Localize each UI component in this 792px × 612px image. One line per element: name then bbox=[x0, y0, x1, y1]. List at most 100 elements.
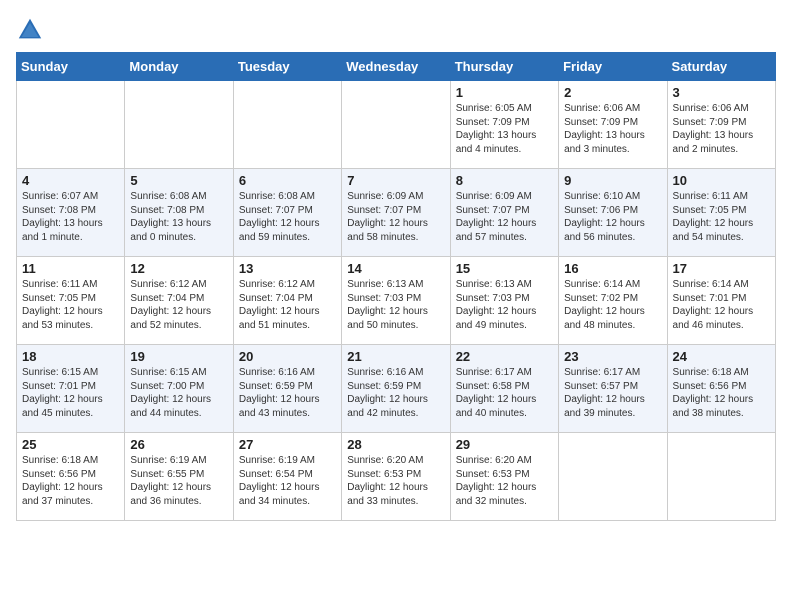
day-number: 27 bbox=[239, 437, 336, 452]
cell-info: Sunrise: 6:17 AM Sunset: 6:57 PM Dayligh… bbox=[564, 366, 661, 420]
day-number: 13 bbox=[239, 261, 336, 276]
calendar-cell: 7 Sunrise: 6:09 AM Sunset: 7:07 PM Daylig… bbox=[342, 169, 450, 257]
cell-info: Sunrise: 6:16 AM Sunset: 6:59 PM Dayligh… bbox=[239, 366, 336, 420]
calendar-cell: 15 Sunrise: 6:13 AM Sunset: 7:03 PM Dayli… bbox=[450, 257, 558, 345]
calendar-cell: 19Sunrise: 6:15 AM Sunset: 7:00 PM Dayli… bbox=[125, 345, 233, 433]
day-number: 14 bbox=[347, 261, 444, 276]
cell-info: Sunrise: 6:15 AM Sunset: 7:01 PM Dayligh… bbox=[22, 366, 119, 420]
calendar-cell: 20 Sunrise: 6:16 AM Sunset: 6:59 PM Dayli… bbox=[233, 345, 341, 433]
calendar-cell: 27 Sunrise: 6:19 AM Sunset: 6:54 PM Dayli… bbox=[233, 433, 341, 521]
calendar-cell: 10Sunrise: 6:11 AM Sunset: 7:05 PM Dayli… bbox=[667, 169, 775, 257]
cell-info: Sunrise: 6:20 AM Sunset: 6:53 PM Dayligh… bbox=[456, 454, 553, 508]
cell-info: Sunrise: 6:13 AM Sunset: 7:03 PM Dayligh… bbox=[456, 278, 553, 332]
cell-info: Sunrise: 6:18 AM Sunset: 6:56 PM Dayligh… bbox=[22, 454, 119, 508]
calendar-cell: 12 Sunrise: 6:12 AM Sunset: 7:04 PM Dayli… bbox=[125, 257, 233, 345]
calendar-row: 25 Sunrise: 6:18 AM Sunset: 6:56 PM Dayli… bbox=[17, 433, 776, 521]
calendar-cell: 23 Sunrise: 6:17 AM Sunset: 6:57 PM Dayli… bbox=[559, 345, 667, 433]
calendar-header-thursday: Thursday bbox=[450, 53, 558, 81]
calendar-cell: 28 Sunrise: 6:20 AM Sunset: 6:53 PM Dayli… bbox=[342, 433, 450, 521]
header bbox=[16, 16, 776, 44]
calendar-cell: 9 Sunrise: 6:10 AM Sunset: 7:06 PM Daylig… bbox=[559, 169, 667, 257]
cell-info: Sunrise: 6:09 AM Sunset: 7:07 PM Dayligh… bbox=[456, 190, 553, 244]
cell-info: Sunrise: 6:14 AM Sunset: 7:01 PM Dayligh… bbox=[673, 278, 770, 332]
calendar-cell: 21 Sunrise: 6:16 AM Sunset: 6:59 PM Dayli… bbox=[342, 345, 450, 433]
day-number: 29 bbox=[456, 437, 553, 452]
cell-info: Sunrise: 6:12 AM Sunset: 7:04 PM Dayligh… bbox=[130, 278, 227, 332]
calendar-cell: 4Sunrise: 6:07 AM Sunset: 7:08 PM Daylig… bbox=[17, 169, 125, 257]
day-number: 25 bbox=[22, 437, 119, 452]
day-number: 7 bbox=[347, 173, 444, 188]
day-number: 24 bbox=[673, 349, 770, 364]
cell-info: Sunrise: 6:12 AM Sunset: 7:04 PM Dayligh… bbox=[239, 278, 336, 332]
calendar-cell: 6Sunrise: 6:08 AM Sunset: 7:07 PM Daylig… bbox=[233, 169, 341, 257]
day-number: 23 bbox=[564, 349, 661, 364]
calendar-header-saturday: Saturday bbox=[667, 53, 775, 81]
calendar-cell: 1 Sunrise: 6:05 AM Sunset: 7:09 PM Daylig… bbox=[450, 81, 558, 169]
cell-info: Sunrise: 6:08 AM Sunset: 7:08 PM Dayligh… bbox=[130, 190, 227, 244]
calendar-cell bbox=[667, 433, 775, 521]
calendar-cell: 17 Sunrise: 6:14 AM Sunset: 7:01 PM Dayli… bbox=[667, 257, 775, 345]
cell-info: Sunrise: 6:06 AM Sunset: 7:09 PM Dayligh… bbox=[564, 102, 661, 156]
calendar-row: 1 Sunrise: 6:05 AM Sunset: 7:09 PM Daylig… bbox=[17, 81, 776, 169]
cell-info: Sunrise: 6:20 AM Sunset: 6:53 PM Dayligh… bbox=[347, 454, 444, 508]
day-number: 21 bbox=[347, 349, 444, 364]
calendar-cell bbox=[17, 81, 125, 169]
calendar-table: SundayMondayTuesdayWednesdayThursdayFrid… bbox=[16, 52, 776, 521]
cell-info: Sunrise: 6:15 AM Sunset: 7:00 PM Dayligh… bbox=[130, 366, 227, 420]
calendar-cell bbox=[125, 81, 233, 169]
calendar-cell: 16 Sunrise: 6:14 AM Sunset: 7:02 PM Dayli… bbox=[559, 257, 667, 345]
day-number: 9 bbox=[564, 173, 661, 188]
day-number: 15 bbox=[456, 261, 553, 276]
cell-info: Sunrise: 6:19 AM Sunset: 6:54 PM Dayligh… bbox=[239, 454, 336, 508]
calendar-row: 18 Sunrise: 6:15 AM Sunset: 7:01 PM Dayli… bbox=[17, 345, 776, 433]
calendar-cell: 29 Sunrise: 6:20 AM Sunset: 6:53 PM Dayli… bbox=[450, 433, 558, 521]
calendar-cell: 25 Sunrise: 6:18 AM Sunset: 6:56 PM Dayli… bbox=[17, 433, 125, 521]
calendar-cell: 5 Sunrise: 6:08 AM Sunset: 7:08 PM Daylig… bbox=[125, 169, 233, 257]
cell-info: Sunrise: 6:18 AM Sunset: 6:56 PM Dayligh… bbox=[673, 366, 770, 420]
cell-info: Sunrise: 6:11 AM Sunset: 7:05 PM Dayligh… bbox=[673, 190, 770, 244]
calendar-cell: 24 Sunrise: 6:18 AM Sunset: 6:56 PM Dayli… bbox=[667, 345, 775, 433]
calendar-row: 11 Sunrise: 6:11 AM Sunset: 7:05 PM Dayli… bbox=[17, 257, 776, 345]
calendar-cell bbox=[342, 81, 450, 169]
day-number: 2 bbox=[564, 85, 661, 100]
calendar-header-tuesday: Tuesday bbox=[233, 53, 341, 81]
cell-info: Sunrise: 6:09 AM Sunset: 7:07 PM Dayligh… bbox=[347, 190, 444, 244]
day-number: 8 bbox=[456, 173, 553, 188]
day-number: 3 bbox=[673, 85, 770, 100]
cell-info: Sunrise: 6:17 AM Sunset: 6:58 PM Dayligh… bbox=[456, 366, 553, 420]
calendar-header-friday: Friday bbox=[559, 53, 667, 81]
day-number: 17 bbox=[673, 261, 770, 276]
calendar-cell: 13 Sunrise: 6:12 AM Sunset: 7:04 PM Dayli… bbox=[233, 257, 341, 345]
cell-info: Sunrise: 6:19 AM Sunset: 6:55 PM Dayligh… bbox=[130, 454, 227, 508]
calendar-cell: 8 Sunrise: 6:09 AM Sunset: 7:07 PM Daylig… bbox=[450, 169, 558, 257]
cell-info: Sunrise: 6:16 AM Sunset: 6:59 PM Dayligh… bbox=[347, 366, 444, 420]
logo-icon bbox=[16, 16, 44, 44]
cell-info: Sunrise: 6:14 AM Sunset: 7:02 PM Dayligh… bbox=[564, 278, 661, 332]
cell-info: Sunrise: 6:06 AM Sunset: 7:09 PM Dayligh… bbox=[673, 102, 770, 156]
day-number: 28 bbox=[347, 437, 444, 452]
day-number: 5 bbox=[130, 173, 227, 188]
day-number: 1 bbox=[456, 85, 553, 100]
cell-info: Sunrise: 6:13 AM Sunset: 7:03 PM Dayligh… bbox=[347, 278, 444, 332]
day-number: 16 bbox=[564, 261, 661, 276]
cell-info: Sunrise: 6:11 AM Sunset: 7:05 PM Dayligh… bbox=[22, 278, 119, 332]
calendar-header-row: SundayMondayTuesdayWednesdayThursdayFrid… bbox=[17, 53, 776, 81]
calendar-cell: 2 Sunrise: 6:06 AM Sunset: 7:09 PM Daylig… bbox=[559, 81, 667, 169]
calendar-cell bbox=[559, 433, 667, 521]
day-number: 6 bbox=[239, 173, 336, 188]
day-number: 4 bbox=[22, 173, 119, 188]
day-number: 11 bbox=[22, 261, 119, 276]
calendar-header-wednesday: Wednesday bbox=[342, 53, 450, 81]
day-number: 12 bbox=[130, 261, 227, 276]
calendar-cell bbox=[233, 81, 341, 169]
calendar-header-monday: Monday bbox=[125, 53, 233, 81]
cell-info: Sunrise: 6:05 AM Sunset: 7:09 PM Dayligh… bbox=[456, 102, 553, 156]
calendar-row: 4Sunrise: 6:07 AM Sunset: 7:08 PM Daylig… bbox=[17, 169, 776, 257]
logo bbox=[16, 16, 48, 44]
calendar-cell: 18 Sunrise: 6:15 AM Sunset: 7:01 PM Dayli… bbox=[17, 345, 125, 433]
calendar-cell: 14 Sunrise: 6:13 AM Sunset: 7:03 PM Dayli… bbox=[342, 257, 450, 345]
cell-info: Sunrise: 6:10 AM Sunset: 7:06 PM Dayligh… bbox=[564, 190, 661, 244]
day-number: 20 bbox=[239, 349, 336, 364]
day-number: 26 bbox=[130, 437, 227, 452]
day-number: 18 bbox=[22, 349, 119, 364]
